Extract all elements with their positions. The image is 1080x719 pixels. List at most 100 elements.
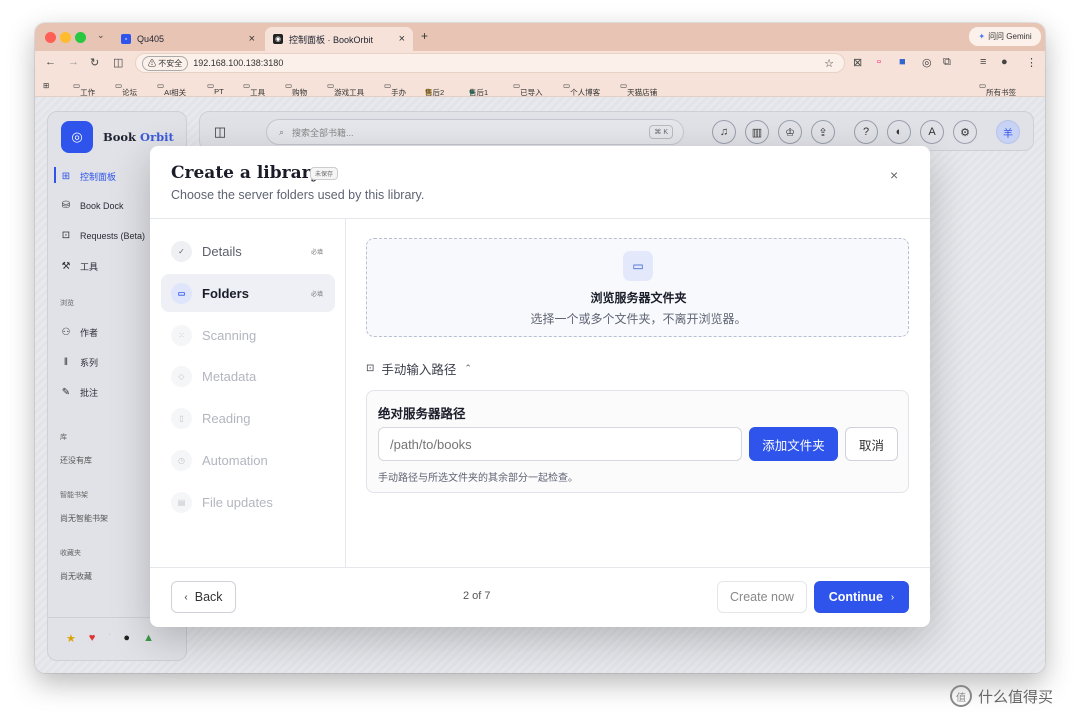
- sidebar-item-requests[interactable]: ⊡ Requests (Beta): [56, 230, 145, 241]
- extension-icon[interactable]: ▫: [877, 56, 881, 68]
- sidebar-item-label: 作者: [80, 328, 99, 338]
- close-window-button[interactable]: [45, 32, 56, 43]
- step-label: Folders: [202, 285, 249, 301]
- security-label: 不安全: [158, 58, 183, 68]
- watermark: 值 什么值得买: [950, 685, 1053, 707]
- favorites-heading: 收藏夹: [60, 550, 81, 557]
- extension-icon[interactable]: ⊠: [853, 56, 862, 69]
- puzzle-icon[interactable]: ⧉: [943, 56, 951, 69]
- sidebar-item-tools[interactable]: ⚒ 工具: [56, 260, 99, 273]
- add-folder-button[interactable]: 添加文件夹: [749, 427, 838, 461]
- extension-icon[interactable]: ■: [899, 56, 906, 68]
- bookmark-star-icon[interactable]: ☆: [824, 57, 834, 70]
- bookmark-folder[interactable]: ▭ PT: [207, 81, 224, 96]
- sidebar-item-series[interactable]: ‖ 系列: [56, 356, 98, 369]
- step-label: Reading: [202, 410, 251, 426]
- footer-divider: [150, 567, 930, 568]
- tab-bar: ⌄ ▫ Qu405 × ◉ 控制面板 · BookOrbit × + ✦ 问问 …: [35, 23, 1045, 51]
- tab-close-icon[interactable]: ×: [399, 33, 405, 45]
- tab-close-icon[interactable]: ×: [249, 33, 255, 45]
- sidebar-item-dashboard[interactable]: ⊞ 控制面板: [54, 167, 116, 183]
- bookmark-folder[interactable]: ▭ 已导入: [513, 81, 543, 97]
- extension-icon[interactable]: ◎: [922, 56, 932, 69]
- create-now-button[interactable]: Create now: [717, 581, 807, 613]
- user-avatar[interactable]: 羊: [996, 120, 1020, 144]
- continue-button[interactable]: Continue ›: [814, 581, 909, 613]
- cancel-button[interactable]: 取消: [845, 427, 898, 461]
- apple-icon[interactable]: ●: [123, 632, 130, 645]
- back-arrow-icon[interactable]: ←: [45, 56, 56, 68]
- forward-arrow-icon[interactable]: →: [68, 56, 79, 68]
- bookmark-folder[interactable]: ▭ 游戏工具: [327, 81, 364, 97]
- bookmark-folder[interactable]: ▭ AI相关: [157, 81, 186, 97]
- tab-bookorbit[interactable]: ◉ 控制面板 · BookOrbit ×: [265, 27, 413, 51]
- step-details[interactable]: ✓ Details 必填: [161, 232, 335, 270]
- close-icon[interactable]: ×: [890, 167, 898, 183]
- star-icon[interactable]: ★: [66, 632, 76, 645]
- gemini-sparkle-icon: ✦: [978, 32, 986, 41]
- manual-path-toggle[interactable]: ⊡ 手动输入路径 ⌃: [366, 359, 472, 378]
- bookmark-folder[interactable]: ▭ 手办: [384, 81, 406, 97]
- gemini-button[interactable]: ✦ 问问 Gemini: [969, 27, 1041, 46]
- brand-accent: Orbit: [140, 130, 174, 144]
- browse-heading: 浏览: [60, 300, 74, 307]
- new-tab-button[interactable]: +: [421, 29, 428, 43]
- all-bookmarks[interactable]: ▭ 所有书签: [979, 81, 1016, 97]
- trophy-icon[interactable]: ♔: [778, 120, 802, 144]
- folder-icon: ▭: [171, 282, 192, 304]
- settings-gear-icon[interactable]: ⚙: [953, 120, 977, 144]
- warning-icon: ⚠: [148, 58, 156, 68]
- apps-grid-icon[interactable]: ⊞: [43, 81, 49, 90]
- search-input[interactable]: ⌕ 搜索全部书籍... ⌘ K: [266, 119, 684, 145]
- sidebar-panel-icon[interactable]: ◫: [208, 120, 232, 144]
- annotate-icon: ✎: [61, 387, 71, 398]
- tab-list-chevron-icon[interactable]: ⌄: [97, 30, 105, 41]
- security-chip[interactable]: ⚠ 不安全: [142, 55, 189, 71]
- bookmark-folder[interactable]: ▭ 天猫店铺: [620, 81, 657, 97]
- bookmark-folder[interactable]: ▭ 个人博客: [563, 81, 600, 97]
- reload-icon[interactable]: ↻: [90, 56, 99, 69]
- back-label: Back: [194, 590, 223, 604]
- file-icon: ▤: [171, 491, 192, 513]
- manual-path-card: 绝对服务器路径 添加文件夹 取消 手动路径与所选文件夹的其余部分一起检查。: [366, 390, 909, 493]
- step-automation[interactable]: ◷ Automation: [161, 441, 335, 479]
- watermark-text: 什么值得买: [978, 688, 1054, 706]
- android-icon[interactable]: ▲: [143, 632, 154, 645]
- translate-icon[interactable]: A: [920, 120, 944, 144]
- sidebar-item-book-dock[interactable]: ⛁ Book Dock: [56, 200, 124, 211]
- browse-server-folders-dropzone[interactable]: ▭ 浏览服务器文件夹 选择一个或多个文件夹，不离开浏览器。: [366, 238, 909, 337]
- bookmark-folder[interactable]: ▭ 论坛: [115, 81, 137, 97]
- profile-avatar-icon[interactable]: ●: [1001, 56, 1008, 68]
- step-folders[interactable]: ▭ Folders 必填: [161, 274, 335, 312]
- back-button[interactable]: ‹ Back: [171, 581, 236, 613]
- sidebar-toggle-icon[interactable]: ◫: [113, 56, 123, 69]
- tag-icon: ◇: [171, 365, 192, 387]
- maximize-window-button[interactable]: [75, 32, 86, 43]
- menu-kebab-icon[interactable]: ⋮: [1026, 56, 1037, 69]
- dialog-subtitle: Choose the server folders used by this l…: [171, 188, 425, 202]
- help-icon[interactable]: ?: [854, 120, 878, 144]
- step-file-updates[interactable]: ▤ File updates: [161, 483, 335, 521]
- bookorbit-logo-icon[interactable]: ◎: [61, 121, 93, 153]
- reading-list-icon[interactable]: ≡: [980, 56, 986, 68]
- tab-qu405[interactable]: ▫ Qu405 ×: [113, 27, 263, 51]
- bookmark-folder[interactable]: ▭ 工作: [73, 81, 95, 97]
- brand-main: Book: [103, 130, 137, 144]
- url-bar[interactable]: ⚠ 不安全 192.168.100.138:3180 ☆: [135, 53, 845, 73]
- bookmark-folder[interactable]: ▭ 购物: [285, 81, 307, 97]
- step-reading[interactable]: ▯ Reading: [161, 399, 335, 437]
- step-metadata[interactable]: ◇ Metadata: [161, 357, 335, 395]
- server-path-input[interactable]: [378, 427, 742, 461]
- heart-icon[interactable]: ♥: [89, 632, 96, 645]
- upload-icon[interactable]: ⇪: [811, 120, 835, 144]
- stats-icon[interactable]: ▥: [745, 120, 769, 144]
- palette-icon[interactable]: ◐: [887, 120, 911, 144]
- address-toolbar: ← → ↻ ◫ ⚠ 不安全 192.168.100.138:3180 ☆ ⊠ ▫…: [35, 51, 1045, 75]
- bookmark-folder[interactable]: ▭ 工具: [243, 81, 265, 97]
- sidebar-item-label: 工具: [80, 262, 99, 272]
- minimize-window-button[interactable]: [60, 32, 71, 43]
- bell-icon[interactable]: ♫: [712, 120, 736, 144]
- sidebar-item-authors[interactable]: ⚇ 作者: [56, 326, 99, 339]
- step-scanning[interactable]: ⁙ Scanning: [161, 316, 335, 354]
- sidebar-item-annotations[interactable]: ✎ 批注: [56, 386, 98, 399]
